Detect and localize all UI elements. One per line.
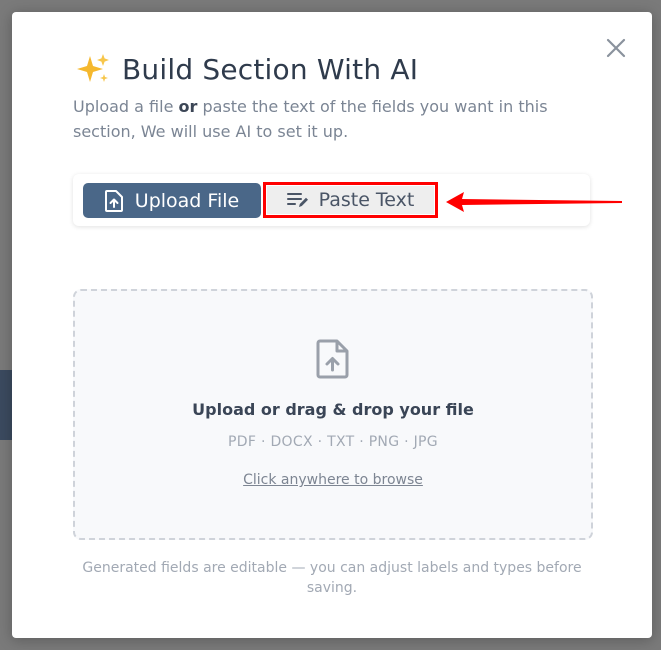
- backdrop-page-edge: [0, 370, 12, 440]
- footnote: Generated fields are editable — you can …: [82, 560, 582, 596]
- dropzone-browse: Click anywhere to browse: [75, 472, 591, 488]
- modal-header: Build Section With AI: [76, 52, 418, 86]
- tab-paste-label: Paste Text: [318, 189, 415, 211]
- build-section-modal: Build Section With AI Upload a file or p…: [12, 12, 652, 638]
- browse-link[interactable]: Click anywhere to browse: [243, 472, 423, 488]
- close-button[interactable]: [604, 36, 628, 60]
- dropzone-title: Upload or drag & drop your file: [192, 400, 474, 419]
- tab-upload-label: Upload File: [134, 189, 240, 212]
- file-dropzone[interactable]: Upload or drag & drop your file PDF · DO…: [73, 289, 593, 540]
- file-upload-icon: [104, 189, 123, 212]
- modal-title: Build Section With AI: [122, 52, 419, 86]
- close-icon: [606, 38, 626, 58]
- subtitle-text: Upload a file: [73, 97, 179, 116]
- file-upload-icon: [316, 339, 349, 379]
- tab-paste-inner: Paste Text: [267, 186, 434, 214]
- tab-upload-file[interactable]: Upload File: [83, 183, 261, 218]
- modal-subtitle: Upload a file or paste the text of the f…: [73, 94, 573, 144]
- sparkles-icon: [77, 54, 109, 82]
- subtitle-emphasis: or: [178, 97, 198, 116]
- dropzone-formats: PDF · DOCX · TXT · PNG · JPG: [228, 434, 438, 450]
- red-arrow-icon: [446, 192, 622, 212]
- tab-paste-text[interactable]: Paste Text: [263, 182, 438, 218]
- text-edit-icon: [286, 193, 308, 207]
